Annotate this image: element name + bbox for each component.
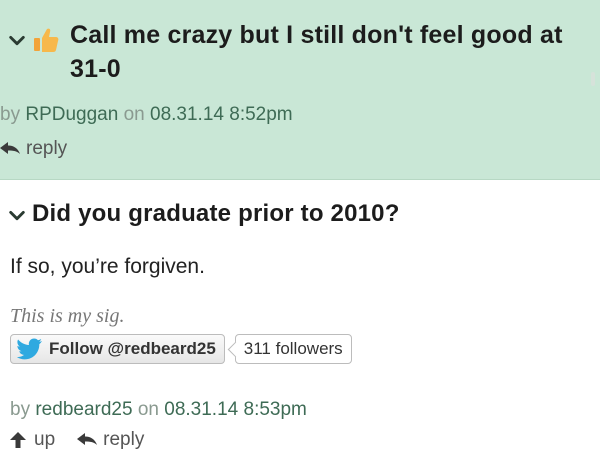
comment-byline: by RPDuggan on 08.31.14 8:52pm xyxy=(0,104,293,126)
comment: Did you graduate prior to 2010? If so, y… xyxy=(0,181,600,450)
reply-arrow-icon xyxy=(77,433,98,445)
twitter-follow-widget: Follow @redbeard25 311 followers xyxy=(10,334,352,364)
byline-on-label: on xyxy=(137,399,159,420)
byline-by-label: by xyxy=(10,399,31,420)
comment-byline: by redbeard25 on 08.31.14 8:53pm xyxy=(10,399,307,421)
reply-label: reply xyxy=(26,138,68,159)
twitter-bird-icon xyxy=(17,338,42,360)
byline-on-label: on xyxy=(123,104,145,125)
scrollbar-thumb[interactable] xyxy=(591,72,595,86)
reply-arrow-icon xyxy=(0,142,20,154)
twitter-follow-button[interactable]: Follow @redbeard25 xyxy=(10,334,225,364)
followers-count[interactable]: 311 followers xyxy=(234,334,352,364)
byline-by-label: by xyxy=(0,104,21,125)
follow-label: Follow @redbeard25 xyxy=(49,339,216,358)
timestamp-link[interactable]: 08.31.14 8:52pm xyxy=(150,104,293,125)
comment-highlighted: Call me crazy but I still don't feel goo… xyxy=(0,0,600,180)
author-link[interactable]: RPDuggan xyxy=(25,104,118,125)
author-link[interactable]: redbeard25 xyxy=(35,399,132,420)
comment-title-row: Did you graduate prior to 2010? xyxy=(8,199,400,229)
thumbs-up-icon xyxy=(34,28,59,52)
reply-button[interactable]: reply xyxy=(0,138,67,160)
chevron-down-icon[interactable] xyxy=(8,32,26,50)
timestamp-link[interactable]: 08.31.14 8:53pm xyxy=(164,399,307,420)
comment-title[interactable]: Call me crazy but I still don't feel goo… xyxy=(70,18,578,86)
up-arrow-icon xyxy=(10,432,26,448)
comment-title[interactable]: Did you graduate prior to 2010? xyxy=(32,199,400,229)
comment-title-row: Call me crazy but I still don't feel goo… xyxy=(8,18,578,86)
signature: This is my sig. xyxy=(10,305,125,327)
chevron-down-icon[interactable] xyxy=(8,207,26,225)
comment-body: If so, you’re forgiven. xyxy=(10,255,205,278)
comment-actions: reply xyxy=(0,138,67,160)
